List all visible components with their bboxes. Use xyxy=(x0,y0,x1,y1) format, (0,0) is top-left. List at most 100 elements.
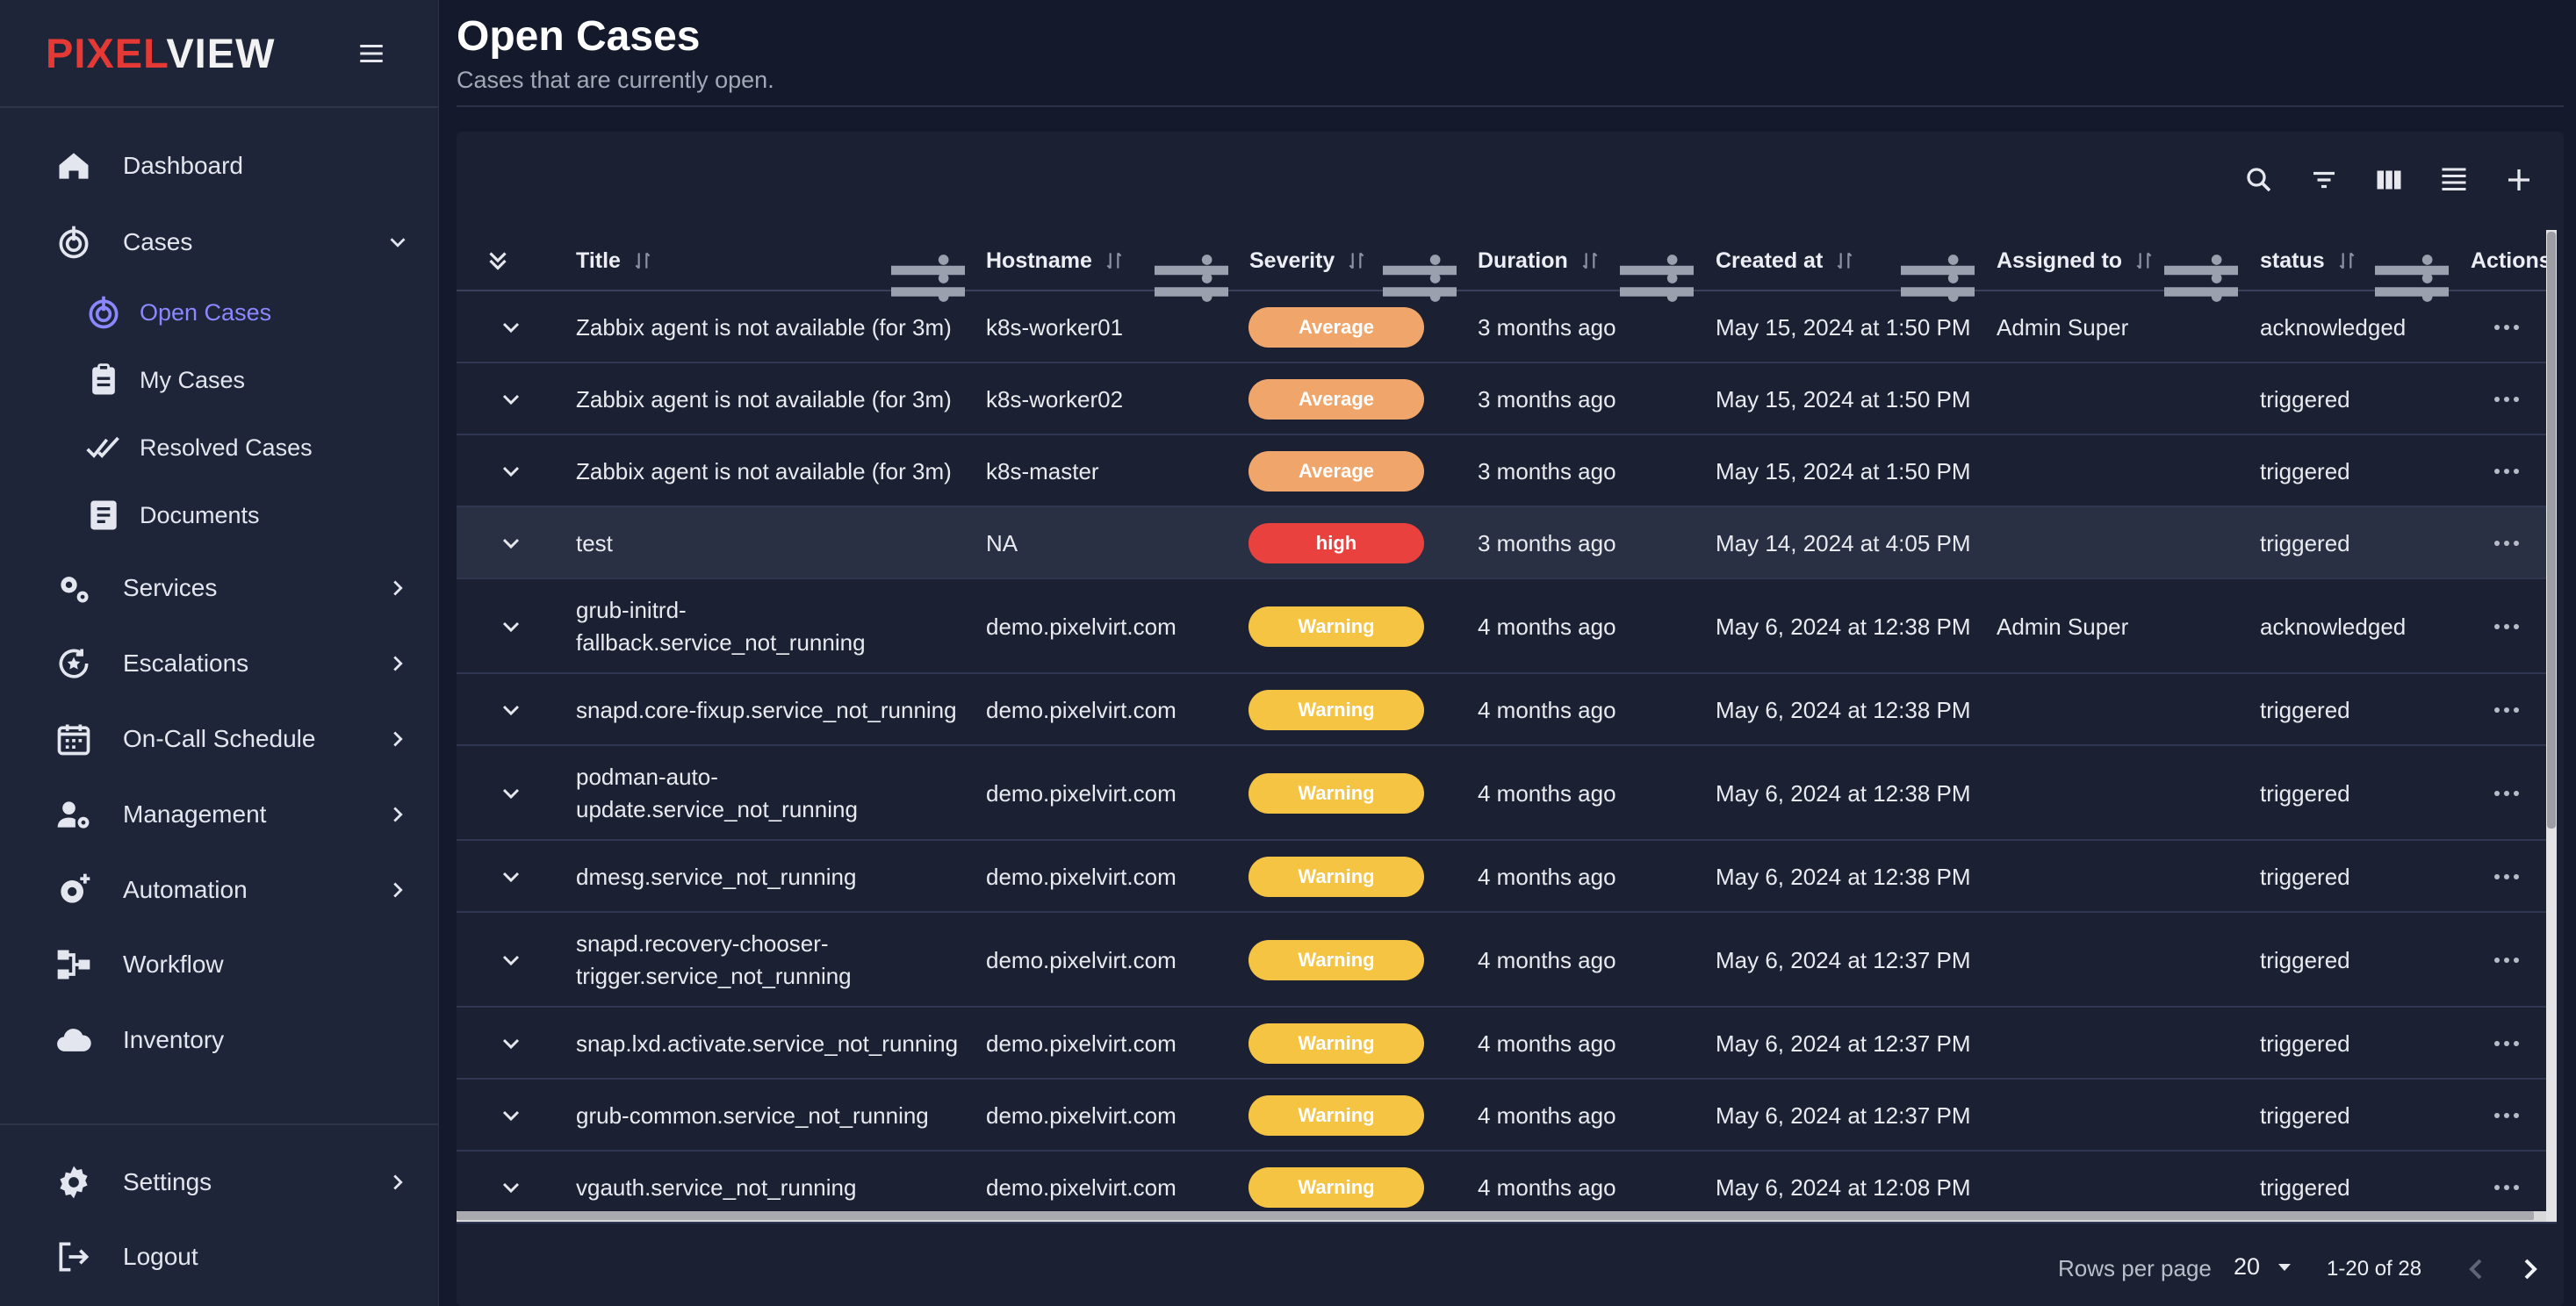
sidebar-item-management[interactable]: Management xyxy=(0,784,439,845)
sort-icon[interactable] xyxy=(1833,248,1856,274)
search-icon xyxy=(2247,168,2271,192)
sidebar-subitem-open-cases[interactable]: Open Cases xyxy=(0,284,439,341)
row-expand-toggle[interactable] xyxy=(488,1021,534,1066)
row-expand-toggle[interactable] xyxy=(488,1093,534,1138)
sidebar: PIXELVIEW Dashboard Cases Open Cases My … xyxy=(0,0,439,1306)
search-button[interactable] xyxy=(2239,160,2279,200)
table-row[interactable]: grub-common.service_not_running demo.pixe… xyxy=(457,1080,2557,1152)
add-case-button[interactable] xyxy=(2499,160,2539,200)
row-actions-button[interactable] xyxy=(2485,859,2529,894)
chevron-right-icon[interactable] xyxy=(385,801,411,828)
table-row[interactable]: Zabbix agent is not available (for 3m) k8… xyxy=(457,363,2557,435)
sidebar-item-on-call-schedule[interactable]: On-Call Schedule xyxy=(0,708,439,770)
sidebar-item-automation[interactable]: Automation xyxy=(0,859,439,921)
table-row[interactable]: snap.lxd.activate.service_not_running dem… xyxy=(457,1008,2557,1080)
cell-hostname: demo.pixelvirt.com xyxy=(986,946,1176,973)
next-page-icon[interactable] xyxy=(2513,1252,2548,1287)
row-expand-toggle[interactable] xyxy=(488,448,534,494)
hamburger-menu-icon[interactable] xyxy=(355,39,388,68)
row-actions-button[interactable] xyxy=(2485,382,2529,417)
row-actions-button[interactable] xyxy=(2485,776,2529,811)
sort-icon[interactable] xyxy=(2335,248,2358,274)
filter-icon xyxy=(2313,171,2335,189)
row-expand-toggle[interactable] xyxy=(488,854,534,900)
more-horizontal-icon xyxy=(2494,469,2519,474)
row-actions-button[interactable] xyxy=(2485,1170,2529,1205)
sidebar-item-settings[interactable]: Settings xyxy=(0,1152,439,1213)
expand-all-toggle[interactable] xyxy=(483,230,513,291)
severity-badge: Average xyxy=(1248,451,1424,492)
sort-icon[interactable] xyxy=(631,248,654,274)
rows-per-page-select[interactable]: 20 xyxy=(2234,1253,2260,1281)
home-icon xyxy=(59,153,89,179)
severity-badge: Warning xyxy=(1248,857,1424,897)
sort-icon[interactable] xyxy=(1345,248,1368,274)
sidebar-subitem-my-cases[interactable]: My Cases xyxy=(0,352,439,408)
sidebar-item-cases[interactable]: Cases xyxy=(0,212,439,273)
row-expand-toggle[interactable] xyxy=(488,937,534,983)
chevron-right-icon[interactable] xyxy=(385,1169,411,1195)
table-row[interactable]: snapd.core-fixup.service_not_running demo… xyxy=(457,674,2557,746)
chevron-down-icon xyxy=(502,621,520,633)
table-row[interactable]: Zabbix agent is not available (for 3m) k8… xyxy=(457,291,2557,363)
horizontal-scrollbar-thumb[interactable] xyxy=(457,1211,2534,1220)
row-actions-button[interactable] xyxy=(2485,609,2529,644)
sort-icon[interactable] xyxy=(1103,248,1126,274)
table-row[interactable]: dmesg.service_not_running demo.pixelvirt.… xyxy=(457,841,2557,913)
chevron-right-icon[interactable] xyxy=(385,726,411,752)
row-actions-button[interactable] xyxy=(2485,692,2529,728)
sidebar-item-logout[interactable]: Logout xyxy=(0,1226,439,1288)
columns-button[interactable] xyxy=(2369,160,2409,200)
sidebar-item-dashboard[interactable]: Dashboard xyxy=(0,135,439,197)
sidebar-item-services[interactable]: Services xyxy=(0,557,439,619)
row-actions-button[interactable] xyxy=(2485,1026,2529,1061)
row-expand-toggle[interactable] xyxy=(488,520,534,566)
sidebar-item-inventory[interactable]: Inventory xyxy=(0,1009,439,1071)
density-button[interactable] xyxy=(2434,160,2474,200)
chevron-down-icon xyxy=(502,705,520,716)
sidebar-item-label: Inventory xyxy=(123,1026,225,1053)
chevron-down-icon[interactable] xyxy=(385,229,411,255)
table-row[interactable]: snapd.recovery-chooser-trigger.service_n… xyxy=(457,913,2557,1008)
sidebar-subitem-label: Documents xyxy=(140,501,260,528)
chevron-right-icon[interactable] xyxy=(385,650,411,677)
more-horizontal-icon xyxy=(2494,1113,2519,1118)
caret-down-icon[interactable] xyxy=(2274,1259,2295,1276)
row-expand-toggle[interactable] xyxy=(488,687,534,733)
filter-button[interactable] xyxy=(2304,160,2344,200)
cell-status: triggered xyxy=(2260,1173,2350,1201)
table-row[interactable]: podman-auto-update.service_not_running de… xyxy=(457,746,2557,841)
vertical-scrollbar-thumb[interactable] xyxy=(2547,232,2556,829)
target-icon xyxy=(59,226,89,259)
row-expand-toggle[interactable] xyxy=(488,1165,534,1210)
chevron-right-icon[interactable] xyxy=(385,877,411,903)
sidebar-subitem-resolved-cases[interactable]: Resolved Cases xyxy=(0,420,439,476)
table-row[interactable]: Zabbix agent is not available (for 3m) k8… xyxy=(457,435,2557,507)
chevron-right-icon[interactable] xyxy=(385,575,411,601)
row-expand-toggle[interactable] xyxy=(488,604,534,649)
app-logo[interactable]: PIXELVIEW xyxy=(46,29,275,77)
table-row[interactable]: grub-initrd-fallback.service_not_running… xyxy=(457,579,2557,674)
row-actions-button[interactable] xyxy=(2485,943,2529,978)
header-divider xyxy=(457,105,2564,107)
table-row[interactable]: test NA high 3 months ago May 14, 2024 at 4:… xyxy=(457,507,2557,579)
row-expand-toggle[interactable] xyxy=(488,771,534,816)
cell-hostname: NA xyxy=(986,529,1018,556)
cell-created-at: May 6, 2024 at 12:38 PM xyxy=(1716,863,1971,890)
row-actions-button[interactable] xyxy=(2485,1098,2529,1133)
sidebar-item-workflow[interactable]: Workflow xyxy=(0,934,439,995)
previous-page-icon[interactable] xyxy=(2458,1252,2493,1287)
sort-icon[interactable] xyxy=(2133,248,2155,274)
row-expand-toggle[interactable] xyxy=(488,305,534,350)
sidebar-item-escalations[interactable]: Escalations xyxy=(0,633,439,694)
sidebar-subitem-documents[interactable]: Documents xyxy=(0,487,439,543)
row-actions-button[interactable] xyxy=(2485,526,2529,561)
more-horizontal-icon xyxy=(2494,1041,2519,1046)
sort-icon[interactable] xyxy=(1579,248,1601,274)
double-check-icon xyxy=(86,436,119,458)
cell-duration: 3 months ago xyxy=(1478,385,1616,413)
row-actions-button[interactable] xyxy=(2485,310,2529,345)
row-expand-toggle[interactable] xyxy=(488,377,534,422)
row-actions-button[interactable] xyxy=(2485,454,2529,489)
cell-title: snapd.recovery-chooser-trigger.service_n… xyxy=(576,930,852,989)
